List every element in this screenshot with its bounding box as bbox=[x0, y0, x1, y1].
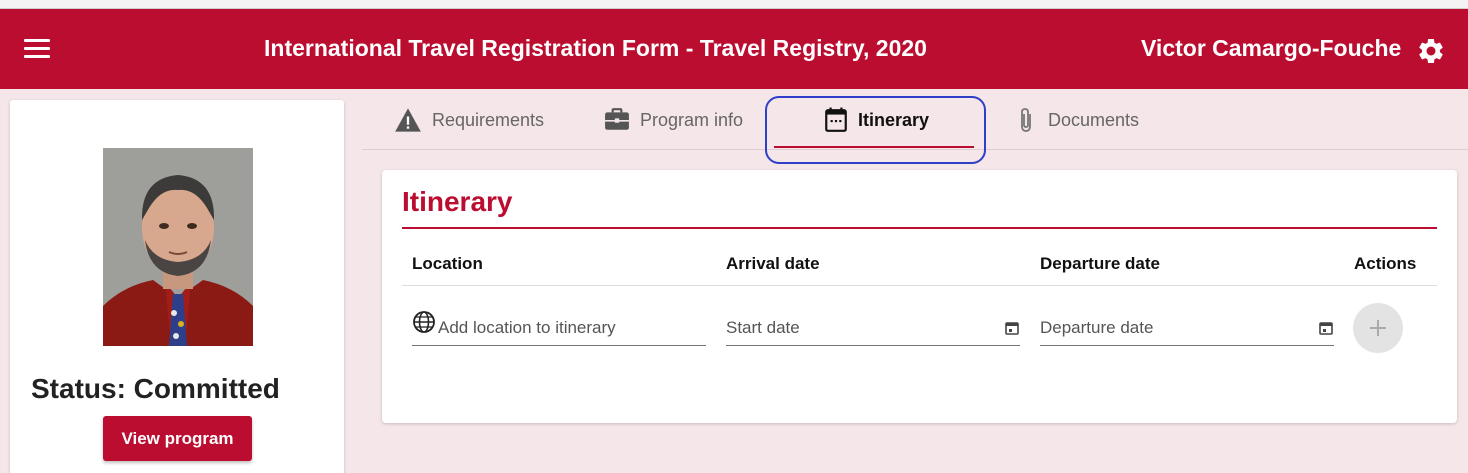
profile-card: Status: Committed View program bbox=[10, 100, 344, 473]
calendar-picker-icon[interactable] bbox=[1318, 320, 1334, 336]
section-title: Itinerary bbox=[402, 186, 513, 217]
warning-icon bbox=[395, 108, 421, 132]
column-header-actions: Actions bbox=[1354, 254, 1417, 273]
window-top-strip bbox=[0, 0, 1468, 9]
itinerary-card: Itinerary Location Arrival date Departur… bbox=[382, 170, 1457, 423]
paperclip-icon bbox=[1021, 108, 1031, 132]
tab-documents[interactable]: Documents bbox=[1014, 90, 1139, 150]
location-input[interactable] bbox=[438, 317, 706, 338]
profile-photo bbox=[103, 148, 253, 346]
add-location-button[interactable] bbox=[1353, 303, 1403, 353]
hamburger-menu-icon[interactable] bbox=[24, 39, 50, 59]
tab-label: Program info bbox=[640, 109, 744, 130]
calendar-picker-icon[interactable] bbox=[1004, 320, 1020, 336]
tab-program-info[interactable]: Program info bbox=[604, 90, 743, 150]
tab-label: Documents bbox=[1048, 109, 1140, 130]
departure-date-input[interactable] bbox=[1040, 317, 1318, 338]
user-name[interactable]: Victor Camargo-Fouche bbox=[1141, 35, 1401, 62]
plus-icon bbox=[1370, 320, 1386, 336]
arrival-date-field bbox=[726, 310, 1020, 346]
app-header: International Travel Registration Form -… bbox=[0, 9, 1468, 89]
gear-icon[interactable] bbox=[1416, 36, 1446, 66]
tab-requirements[interactable]: Requirements bbox=[394, 90, 544, 150]
section-divider bbox=[402, 227, 1437, 229]
tab-label: Requirements bbox=[432, 109, 545, 130]
tab-highlight-annotation bbox=[765, 96, 986, 164]
registration-status: Status: Committed bbox=[31, 373, 280, 404]
column-header-departure-date: Departure date bbox=[1040, 254, 1160, 273]
column-header-arrival-date: Arrival date bbox=[726, 254, 820, 273]
departure-date-field bbox=[1040, 310, 1334, 346]
briefcase-icon bbox=[605, 108, 629, 130]
location-field bbox=[412, 310, 706, 346]
page-title: International Travel Registration Form -… bbox=[264, 35, 927, 61]
column-header-location: Location bbox=[412, 254, 483, 273]
header-row-divider bbox=[402, 285, 1437, 286]
view-program-button[interactable]: View program bbox=[103, 416, 252, 461]
arrival-date-input[interactable] bbox=[726, 317, 1004, 338]
